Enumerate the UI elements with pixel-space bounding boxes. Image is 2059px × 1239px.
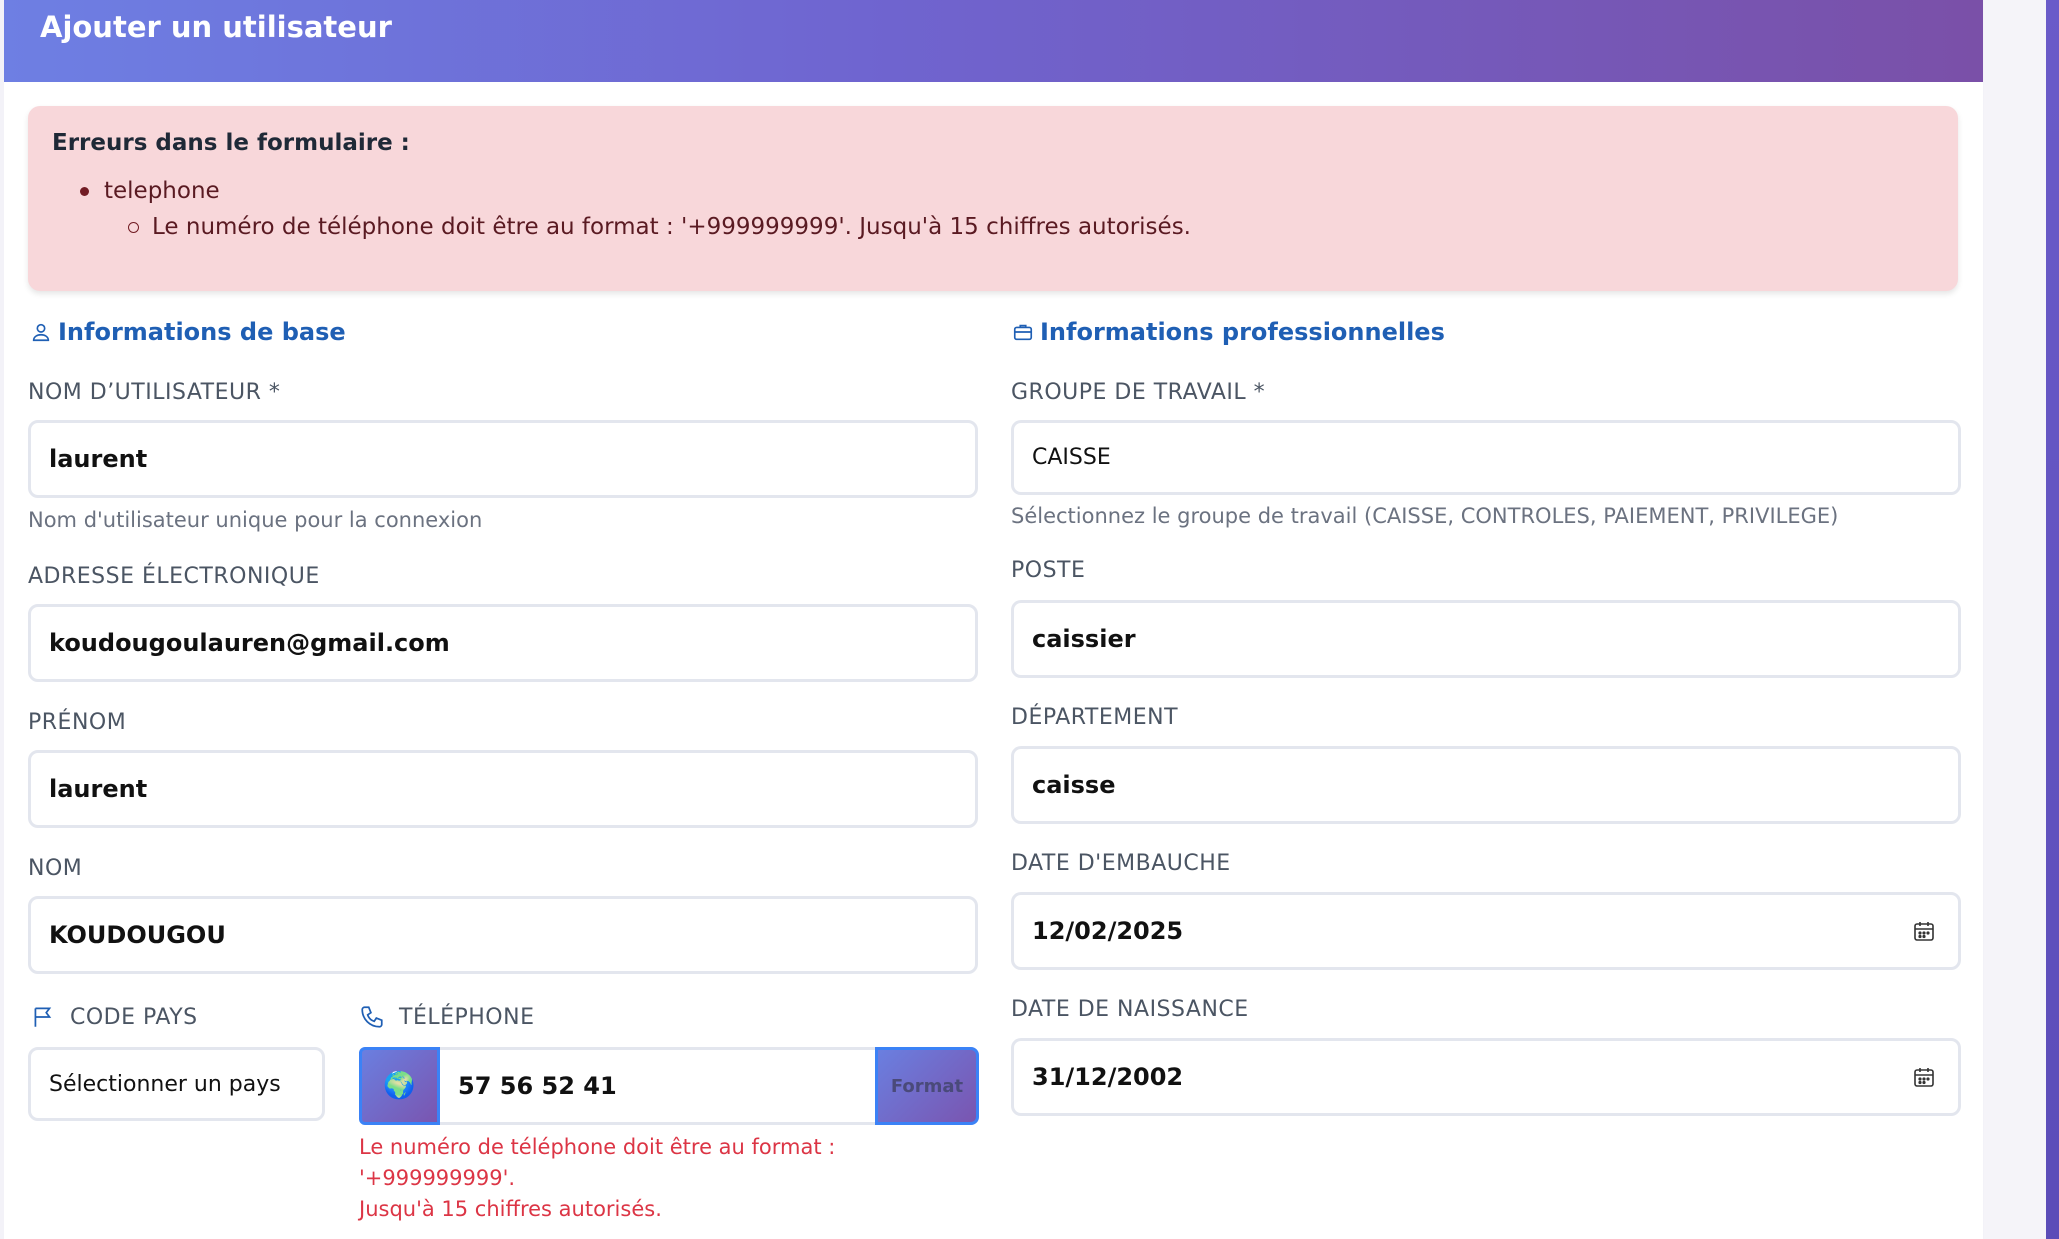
circle-bullet-icon — [128, 222, 139, 233]
first-name-field[interactable]: laurent — [28, 750, 978, 828]
phone-icon — [361, 1006, 383, 1028]
country-code-label-text: CODE PAYS — [70, 1004, 198, 1030]
page-title: Ajouter un utilisateur — [40, 10, 392, 44]
phone-group: 🌍 57 56 52 41 Format — [359, 1047, 979, 1125]
work-group-select[interactable]: CAISSE — [1011, 420, 1961, 495]
birth-date-label: DATE DE NAISSANCE — [1011, 997, 1249, 1022]
section-title-base-label: Informations de base — [58, 318, 346, 346]
work-group-label: GROUPE DE TRAVAIL * — [1011, 380, 1266, 405]
briefcase-icon — [1013, 324, 1033, 341]
department-field[interactable]: caisse — [1011, 746, 1961, 824]
birth-date-field[interactable]: 31/12/2002 — [1011, 1038, 1961, 1116]
phone-error-line2: Jusqu'à 15 chiffres autorisés. — [359, 1197, 662, 1221]
scrollbar[interactable] — [2046, 0, 2059, 1239]
calendar-icon[interactable] — [1912, 919, 1936, 943]
country-select[interactable]: Sélectionner un pays — [28, 1047, 325, 1121]
section-title-professional: Informations professionnelles — [1012, 318, 1445, 346]
alert-message: Le numéro de téléphone doit être au form… — [152, 214, 1191, 240]
phone-error: Le numéro de téléphone doit être au form… — [359, 1132, 979, 1225]
form-header: Ajouter un utilisateur — [4, 0, 1983, 82]
alert-title: Erreurs dans le formulaire : — [52, 130, 410, 156]
phone-label: TÉLÉPHONE — [359, 1004, 534, 1030]
user-icon — [32, 323, 50, 342]
bullet-icon — [80, 187, 89, 196]
hire-date-value: 12/02/2025 — [1032, 917, 1184, 945]
work-group-help: Sélectionnez le groupe de travail (CAISS… — [1011, 504, 1839, 528]
form-card: Ajouter un utilisateur Erreurs dans le f… — [4, 0, 1983, 1239]
section-title-base: Informations de base — [30, 318, 346, 346]
phone-label-text: TÉLÉPHONE — [399, 1004, 535, 1030]
username-label: NOM D’UTILISATEUR * — [28, 380, 281, 405]
department-label: DÉPARTEMENT — [1011, 705, 1179, 730]
email-field[interactable]: koudougoulauren@gmail.com — [28, 604, 978, 682]
username-help: Nom d'utilisateur unique pour la connexi… — [28, 508, 483, 532]
format-button[interactable]: Format — [875, 1047, 979, 1125]
hire-date-label: DATE D'EMBAUCHE — [1011, 851, 1231, 876]
email-label: ADRESSE ÉLECTRONIQUE — [28, 564, 320, 589]
first-name-label: PRÉNOM — [28, 710, 127, 735]
hire-date-field[interactable]: 12/02/2025 — [1011, 892, 1961, 970]
position-label: POSTE — [1011, 558, 1086, 583]
birth-date-value: 31/12/2002 — [1032, 1063, 1184, 1091]
phone-field[interactable]: 57 56 52 41 — [440, 1047, 875, 1125]
alert-field-name: telephone — [104, 178, 220, 204]
phone-error-line1: Le numéro de téléphone doit être au form… — [359, 1135, 836, 1190]
section-title-professional-label: Informations professionnelles — [1040, 318, 1445, 346]
flag-icon — [34, 1007, 52, 1027]
last-name-label: NOM — [28, 856, 83, 881]
globe-icon[interactable]: 🌍 — [359, 1047, 440, 1125]
country-code-label: CODE PAYS — [30, 1004, 198, 1030]
last-name-field[interactable]: KOUDOUGOU — [28, 896, 978, 974]
calendar-icon[interactable] — [1912, 1065, 1936, 1089]
username-field[interactable]: laurent — [28, 420, 978, 498]
position-field[interactable]: caissier — [1011, 600, 1961, 678]
